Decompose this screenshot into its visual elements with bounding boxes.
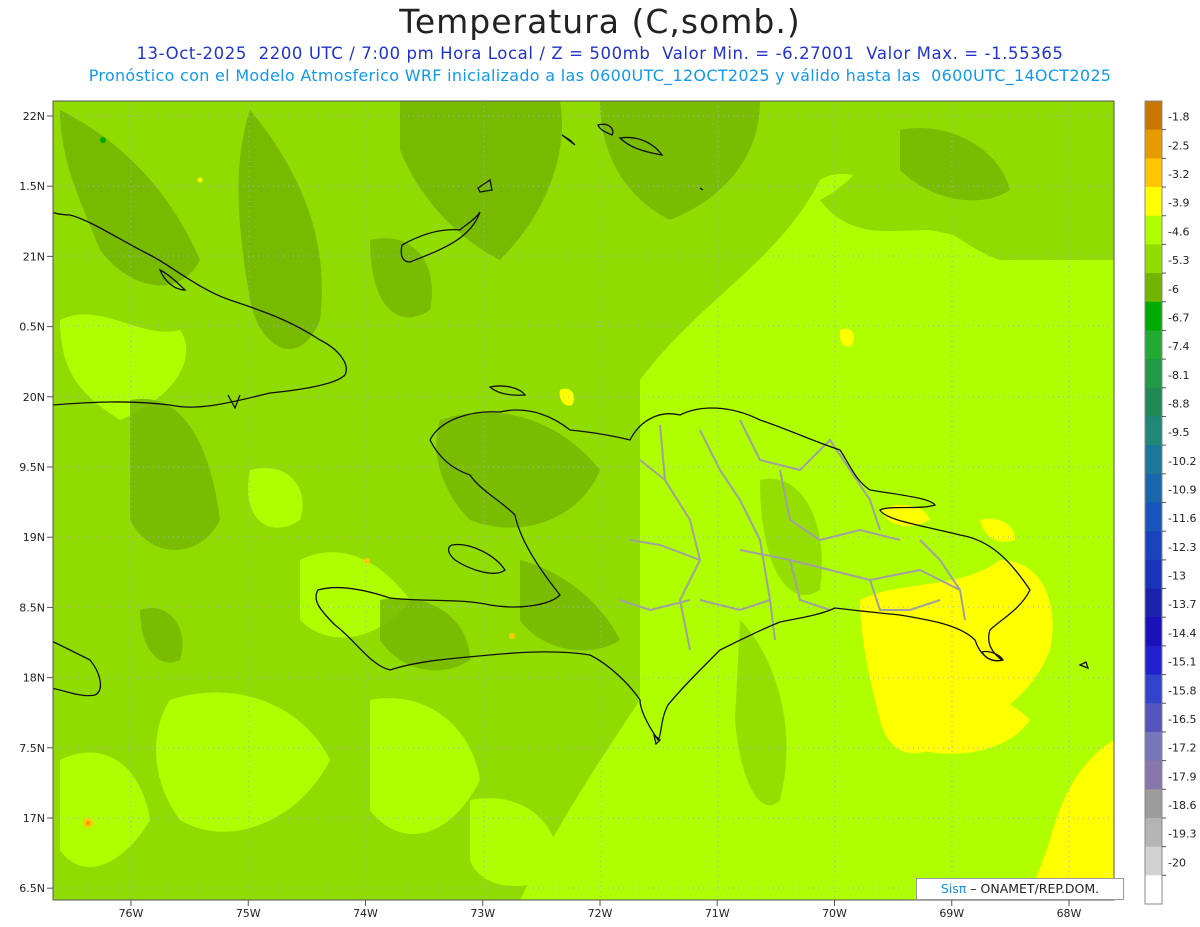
- colorbar-swatch: [1145, 330, 1162, 360]
- colorbar-label: -14.4: [1168, 627, 1196, 640]
- lat-label: 6.5N: [19, 882, 45, 895]
- colorbar-label: -12.3: [1168, 541, 1196, 554]
- colorbar-label: -3.2: [1168, 168, 1189, 181]
- colorbar-label: -2.5: [1168, 139, 1189, 152]
- colorbar-swatch: [1145, 817, 1162, 848]
- colorbar-label: -6: [1168, 283, 1179, 296]
- colorbar-swatch: [1145, 531, 1162, 561]
- colorbar-label: -1.8: [1168, 111, 1189, 124]
- colorbar-label: -10.2: [1168, 455, 1196, 468]
- lon-label: 70W: [822, 907, 847, 920]
- colorbar-label: -13: [1168, 570, 1186, 583]
- lat-label: 18N: [23, 672, 45, 685]
- colorbar-label: -16.5: [1168, 713, 1196, 726]
- lon-label: 75W: [236, 907, 261, 920]
- lon-label: 69W: [939, 907, 964, 920]
- colorbar-label: -8.1: [1168, 369, 1189, 382]
- lat-label: 8.5N: [19, 601, 45, 614]
- colorbar-label: -17.9: [1168, 770, 1196, 783]
- colorbar-label: -18.6: [1168, 799, 1196, 812]
- colorbar-swatch: [1145, 244, 1162, 274]
- lon-label: 73W: [470, 907, 495, 920]
- colorbar-swatch: [1145, 301, 1162, 331]
- colorbar-label: -13.7: [1168, 598, 1196, 611]
- latitude-labels: 22N 1.5N 21N 0.5N 20N 9.5N 19N 8.5N 18N 7.5N 17N 6.…: [19, 110, 53, 895]
- credit-logo-text: Sisπ: [940, 881, 967, 896]
- lat-label: 0.5N: [19, 321, 45, 334]
- colorbar-label: -3.9: [1168, 197, 1189, 210]
- lat-label: 9.5N: [19, 461, 45, 474]
- colorbar-swatch: [1145, 846, 1162, 876]
- colorbar-label: -5.3: [1168, 254, 1189, 267]
- colorbar-label: -6.7: [1168, 311, 1189, 324]
- lon-label: 76W: [119, 907, 144, 920]
- colorbar-swatch: [1145, 187, 1162, 217]
- lon-label: 74W: [353, 907, 378, 920]
- colorbar-swatch: [1145, 273, 1162, 303]
- colorbar-label: -19.3: [1168, 828, 1196, 841]
- colorbar-swatch: [1145, 703, 1162, 733]
- colorbar-label: -10.9: [1168, 484, 1196, 497]
- colorbar-swatch: [1145, 760, 1162, 790]
- colorbar-swatch: [1145, 502, 1162, 532]
- colorbar-swatch: [1145, 215, 1162, 245]
- colorbar-swatch: [1145, 101, 1162, 131]
- colorbar-swatch: [1145, 588, 1162, 618]
- colorbar-label: -17.2: [1168, 742, 1196, 755]
- colorbar-label: -7.4: [1168, 340, 1189, 353]
- colorbar-label: -11.6: [1168, 512, 1196, 525]
- colorbar-label: -15.8: [1168, 684, 1196, 697]
- colorbar-swatch: [1145, 731, 1162, 762]
- colorbar-swatch: [1145, 789, 1162, 819]
- colorbar-swatch: [1145, 129, 1162, 159]
- lat-label: 21N: [23, 250, 45, 263]
- colorbar-swatch: [1145, 387, 1162, 417]
- temperature-map: 22N 1.5N 21N 0.5N 20N 9.5N 19N 8.5N 18N 7.5N 17N 6.…: [19, 100, 1196, 920]
- colorbar: -1.8 -2.5 -3.2 -3.9 -4.6 -5.3 -6 -6.7 -7.4 -8.1 -8…: [1144, 100, 1196, 905]
- lat-label: 22N: [23, 110, 45, 123]
- lat-label: 1.5N: [19, 180, 45, 193]
- colorbar-swatch: [1145, 875, 1162, 905]
- colorbar-label: -15.1: [1168, 656, 1196, 669]
- lat-label: 17N: [23, 812, 45, 825]
- lat-label: 7.5N: [19, 742, 45, 755]
- shaded-field: [53, 101, 1114, 900]
- credit-box: Sisπ – ONAMET/REP.DOM.: [916, 878, 1124, 900]
- lon-label: 68W: [1057, 907, 1082, 920]
- credit-org-text: – ONAMET/REP.DOM.: [970, 881, 1100, 896]
- colorbar-swatch: [1145, 416, 1162, 446]
- colorbar-swatch: [1145, 559, 1162, 590]
- colorbar-swatch: [1145, 645, 1162, 676]
- colorbar-swatch: [1145, 473, 1162, 503]
- colorbar-label: -9.5: [1168, 426, 1189, 439]
- colorbar-label: -20: [1168, 856, 1186, 869]
- lat-label: 20N: [23, 391, 45, 404]
- colorbar-swatch: [1145, 158, 1162, 188]
- lon-label: 72W: [588, 907, 613, 920]
- colorbar-swatch: [1145, 359, 1162, 389]
- lat-label: 19N: [23, 531, 45, 544]
- colorbar-swatch: [1145, 617, 1162, 647]
- colorbar-label: -8.8: [1168, 397, 1189, 410]
- colorbar-swatch: [1145, 674, 1162, 704]
- lon-label: 71W: [705, 907, 730, 920]
- colorbar-swatch: [1145, 445, 1162, 475]
- colorbar-label: -4.6: [1168, 225, 1189, 238]
- longitude-labels: 76W 75W 74W 73W 72W 71W 70W 69W 68W: [119, 900, 1082, 920]
